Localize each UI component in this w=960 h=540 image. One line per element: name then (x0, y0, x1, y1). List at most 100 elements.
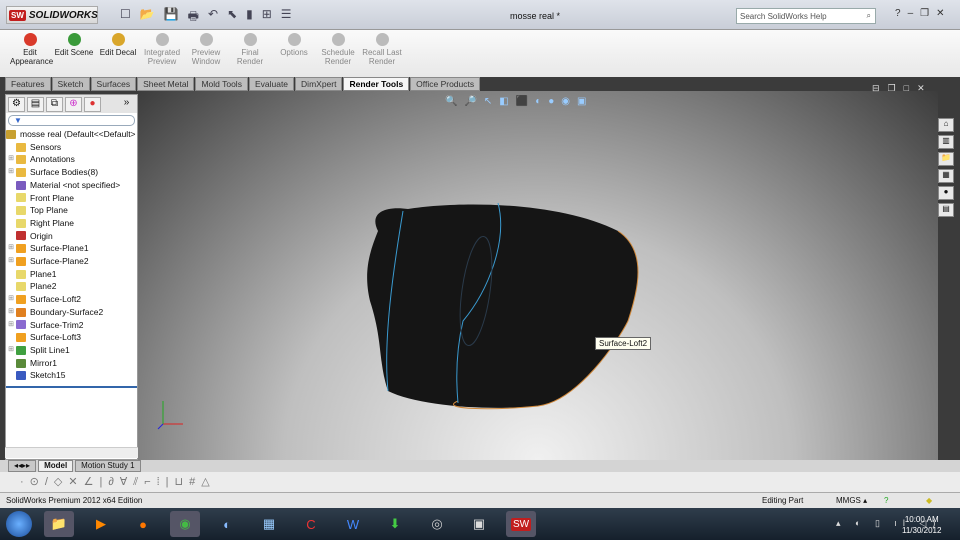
tab-surfaces[interactable]: Surfaces (90, 77, 137, 91)
preview-window-button[interactable]: Preview Window (186, 30, 226, 77)
media-player-icon[interactable]: ▶ (86, 511, 116, 537)
tree-item[interactable]: ⊞ Surface Bodies(8) (6, 166, 137, 179)
minimize-button[interactable]: – (908, 8, 914, 19)
tree-item[interactable]: ⊞ Surface-Loft2 (6, 293, 137, 306)
tree-root[interactable]: mosse real (Default<<Default> (6, 128, 137, 141)
schedule-button[interactable]: Schedule Render (318, 30, 358, 77)
display-manager-tab[interactable]: ● (84, 97, 101, 112)
view-orientation-icon[interactable]: ⬛ (516, 96, 528, 107)
tab-mold-tools[interactable]: Mold Tools (195, 77, 248, 91)
appearance-icon[interactable]: ● (548, 96, 554, 107)
decal-button[interactable]: Edit Decal (98, 30, 138, 77)
close-button[interactable]: ✕ (936, 8, 944, 19)
options-button[interactable]: Options (274, 30, 314, 77)
configuration-tab[interactable]: ⧉ (46, 97, 63, 112)
tree-item[interactable]: Plane2 (6, 280, 137, 293)
media-icon[interactable]: ◐ (212, 511, 242, 537)
solidworks-menu-button[interactable]: SW SOLIDWORKS (6, 6, 98, 24)
render-button[interactable]: Final Render (230, 30, 270, 77)
search-input[interactable]: Search SolidWorks Help ⌕ (736, 8, 876, 24)
rebuild-icon[interactable]: ▮ (246, 7, 253, 28)
units-selector[interactable]: MMGS ▴ (836, 493, 867, 508)
sketch-tools-icons[interactable]: ·⊙/◇✕∠|∂∀⫽⌐⁞|⊔#△ (20, 476, 216, 488)
appearances-icon[interactable]: ● (938, 186, 954, 200)
word-icon[interactable]: W (338, 511, 368, 537)
webcam-icon[interactable]: ◎ (422, 511, 452, 537)
tree-item[interactable]: ⊞ Annotations (6, 153, 137, 166)
firefox-icon[interactable]: ● (128, 511, 158, 537)
undo-icon[interactable]: ↶ (208, 7, 218, 28)
tree-item[interactable]: Mirror1 (6, 357, 137, 370)
tree-item[interactable]: ⊞ Surface-Plane2 (6, 255, 137, 268)
tree-item[interactable]: ⊞ Surface-Trim2 (6, 319, 137, 332)
file-explorer-icon[interactable]: 📁 (938, 152, 954, 166)
expand-icon[interactable]: ⊞ (6, 319, 16, 332)
scroll-arrows[interactable]: ◂◂▸▸ (8, 460, 37, 472)
tree-item[interactable]: ⊞ Boundary-Surface2 (6, 306, 137, 319)
tree-item[interactable]: Sketch15 (6, 369, 137, 382)
explorer-icon[interactable]: 📁 (44, 511, 74, 537)
clock[interactable]: 10:00 AM 11/30/2012 (902, 514, 941, 536)
dimxpert-tab[interactable]: ⊕ (65, 97, 82, 112)
horizontal-scrollbar[interactable] (5, 447, 138, 458)
select-icon[interactable]: ⬉ (227, 7, 237, 28)
view-settings-icon[interactable]: ▣ (577, 96, 586, 107)
expand-icon[interactable]: ⊞ (6, 153, 16, 166)
close-view-icon[interactable]: ✕ (917, 83, 925, 94)
expand-icon[interactable]: ⊞ (6, 255, 16, 268)
window-app-icon[interactable]: ▣ (464, 511, 494, 537)
help-box-icon[interactable]: ? (884, 493, 888, 508)
restore-button[interactable]: ❐ (920, 8, 929, 19)
tab-sketch[interactable]: Sketch (51, 77, 90, 91)
home-icon[interactable]: ⌂ (938, 118, 954, 132)
tree-item[interactable]: Right Plane (6, 217, 137, 230)
preview-button[interactable]: Integrated Preview (142, 30, 182, 77)
graphics-area[interactable] (138, 91, 938, 460)
recall-button[interactable]: Recall Last Render (362, 30, 402, 77)
tab-motion-study[interactable]: Motion Study 1 (75, 460, 141, 472)
print-icon[interactable]: 🖶 (188, 7, 199, 28)
property-manager-tab[interactable]: ▤ (27, 97, 44, 112)
appearance-button[interactable]: Edit Appearance (10, 30, 53, 77)
zoom-fit-icon[interactable]: 🔍 (445, 96, 457, 107)
expand-icon[interactable]: ⊞ (6, 344, 16, 357)
calculator-icon[interactable]: ▦ (254, 511, 284, 537)
file-properties-icon[interactable]: ⊞ (262, 7, 272, 28)
tab-render-tools[interactable]: Render Tools (343, 77, 410, 91)
restore-view-icon[interactable]: ❐ (888, 83, 896, 94)
tree-item[interactable]: Plane1 (6, 268, 137, 281)
expand-icon[interactable]: ⊞ (6, 242, 16, 255)
tab-dimxpert[interactable]: DimXpert (295, 77, 343, 91)
rebuild-tag-icon[interactable]: ◆ (926, 493, 932, 508)
expand-chevron-icon[interactable]: » (118, 97, 135, 112)
search-icon[interactable]: ⌕ (867, 11, 871, 21)
tree-item[interactable]: Surface-Loft3 (6, 331, 137, 344)
split-view-icon[interactable]: ⊟ (872, 83, 880, 94)
previous-view-icon[interactable]: ↖ (484, 96, 492, 107)
tab-model[interactable]: Model (38, 460, 74, 472)
tab-sheet-metal[interactable]: Sheet Metal (137, 77, 195, 91)
custom-properties-icon[interactable]: ▤ (938, 203, 954, 217)
view-palette-icon[interactable]: ▦ (938, 169, 954, 183)
expand-icon[interactable]: ⊞ (6, 293, 16, 306)
tree-item[interactable]: Top Plane (6, 204, 137, 217)
tab-evaluate[interactable]: Evaluate (248, 77, 295, 91)
tab-office-products[interactable]: Office Products (410, 77, 481, 91)
tree-item[interactable]: Material <not specified> (6, 179, 137, 192)
maximize-view-icon[interactable]: □ (904, 83, 909, 94)
start-button[interactable] (6, 511, 32, 537)
open-icon[interactable]: 📂 (140, 7, 155, 28)
download-manager-icon[interactable]: ⬇ (380, 511, 410, 537)
tree-item[interactable]: ⊞ Split Line1 (6, 344, 137, 357)
tab-features[interactable]: Features (5, 77, 51, 91)
ccleaner-icon[interactable]: C (296, 511, 326, 537)
section-view-icon[interactable]: ◧ (499, 96, 508, 107)
chrome-icon[interactable]: ◉ (170, 511, 200, 537)
tree-item[interactable]: Sensors (6, 141, 137, 154)
feature-tree-tab[interactable]: ⚙ (8, 97, 25, 112)
tree-item[interactable]: ⊞ Surface-Plane1 (6, 242, 137, 255)
help-icon[interactable]: ? (895, 8, 901, 19)
solidworks-taskbar-icon[interactable]: SW (506, 511, 536, 537)
tree-item[interactable]: Origin (6, 230, 137, 243)
options-icon[interactable]: ☰ (281, 7, 292, 28)
